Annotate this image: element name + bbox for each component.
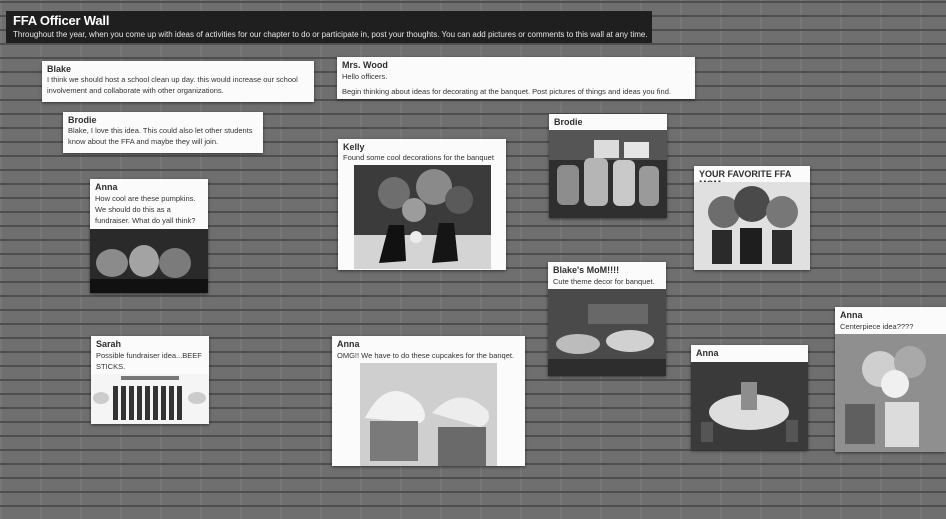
post-author: Brodie (68, 115, 97, 125)
post-author: Mrs. Wood (342, 60, 388, 70)
post-text: Hello officers. (342, 72, 388, 81)
post-text: Found some cool decorations for the banq… (343, 153, 494, 162)
post-card[interactable]: Brodie (549, 114, 667, 218)
boots-centerpiece-photo (354, 165, 491, 269)
post-text: I think we should host a school clean up… (47, 75, 298, 95)
post-text: OMG!! We have to do these cupcakes for t… (337, 351, 515, 360)
post-text: Possible fundraiser idea...BEEF STICKS. (96, 351, 202, 371)
wall-title: FFA Officer Wall (13, 13, 110, 28)
post-card[interactable]: Anna Centerpiece idea???? (835, 307, 946, 452)
banquet-hall-photo (548, 289, 666, 376)
post-text: Blake, I love this idea. This could also… (68, 126, 253, 146)
post-card[interactable]: Blake's MoM!!!! Cute theme decor for ban… (548, 262, 666, 376)
post-card[interactable]: Kelly Found some cool decorations for th… (338, 139, 506, 270)
beef-sticks-flyer (91, 374, 209, 424)
post-text: Begin thinking about ideas for decoratin… (342, 87, 671, 96)
post-author: Anna (337, 339, 360, 349)
post-author: Anna (95, 182, 118, 192)
banquet-table-photo (691, 362, 808, 450)
post-card[interactable]: Anna OMG!! We have to do these cupcakes … (332, 336, 525, 466)
jar-flowers-photo (694, 182, 810, 270)
post-card[interactable]: YOUR FAVORITE FFA MOM (694, 166, 810, 270)
post-card[interactable]: Mrs. Wood Hello officers. Begin thinking… (337, 57, 695, 99)
post-author: Anna (840, 310, 863, 320)
post-card[interactable]: Blake I think we should host a school cl… (42, 61, 314, 102)
wall-header: FFA Officer Wall Throughout the year, wh… (6, 11, 652, 43)
post-author: Sarah (96, 339, 122, 349)
post-card[interactable]: Anna How cool are these pumpkins. We sho… (90, 179, 208, 293)
painted-pumpkins-photo (90, 229, 208, 293)
cupcakes-photo (360, 363, 497, 466)
post-text: Centerpiece idea???? (840, 322, 914, 331)
post-card[interactable]: Sarah Possible fundraiser idea...BEEF ST… (91, 336, 209, 424)
post-author: Blake (47, 64, 72, 74)
post-author: Brodie (554, 117, 583, 127)
jars-decor-photo (549, 130, 667, 218)
post-text: Cute theme decor for banquet. (553, 277, 655, 286)
post-card[interactable]: Anna (691, 345, 808, 450)
post-author: Kelly (343, 142, 365, 152)
post-text: How cool are these pumpkins. We should d… (95, 194, 196, 225)
post-author: Anna (696, 348, 719, 358)
post-card[interactable]: Brodie Blake, I love this idea. This cou… (63, 112, 263, 153)
wall-description: Throughout the year, when you come up wi… (13, 30, 648, 39)
post-author: Blake's MoM!!!! (553, 265, 620, 275)
centerpiece-photo (835, 334, 946, 452)
